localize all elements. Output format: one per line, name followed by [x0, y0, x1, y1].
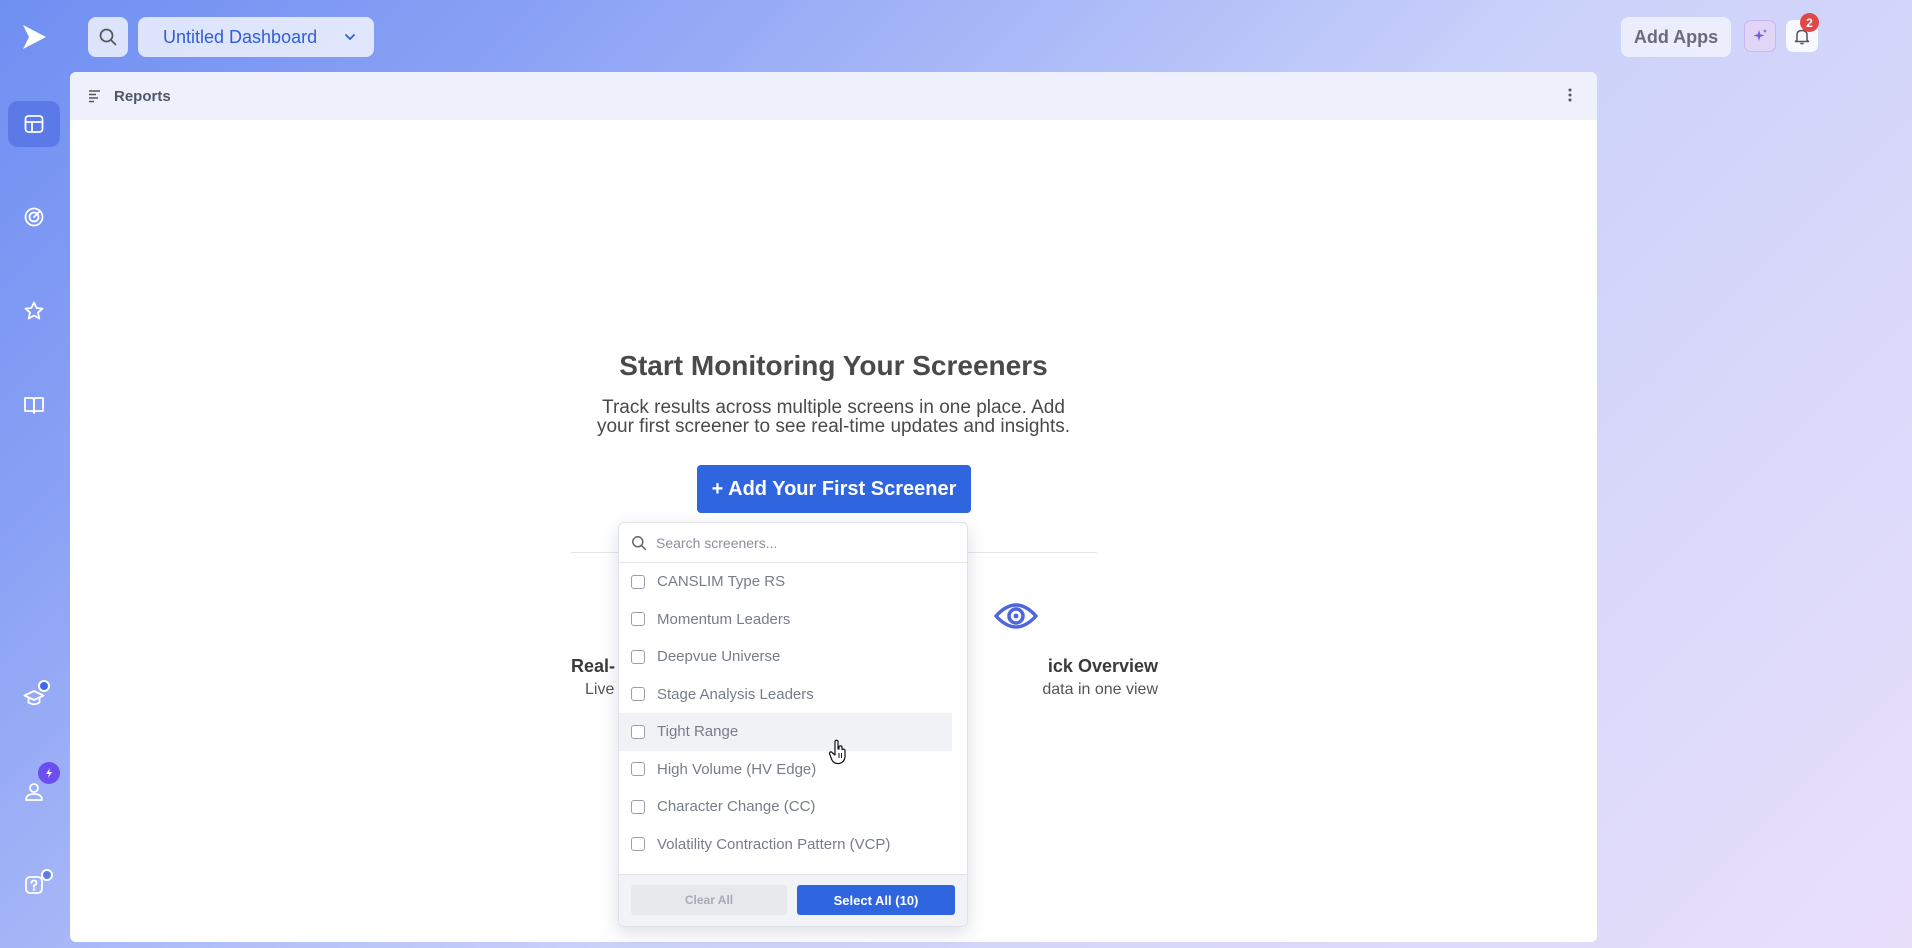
description-line-1: Track results across multiple screens in…	[602, 397, 1065, 418]
dropdown-footer: Clear All Select All (10)	[619, 874, 967, 926]
dashboard-name: Untitled Dashboard	[163, 26, 318, 47]
screener-label: Deepvue Universe	[657, 648, 781, 666]
feature-title: ick Overview	[1047, 656, 1158, 676]
screener-item[interactable]: CANSLIM Type RS	[619, 563, 952, 601]
screener-dropdown: CANSLIM Type RS Momentum Leaders Deepvue…	[618, 522, 968, 927]
eye-icon	[994, 603, 1038, 629]
clear-all-button[interactable]: Clear All	[631, 885, 787, 915]
checkbox[interactable]	[631, 649, 645, 664]
learn-notification-dot	[38, 680, 50, 692]
add-first-screener-button[interactable]: + Add Your First Screener	[697, 465, 971, 513]
screener-search-bar	[619, 523, 967, 563]
screener-item[interactable]: Character Change (CC)	[619, 788, 952, 826]
screener-label: High Volume (HV Edge)	[657, 760, 817, 778]
radar-icon	[24, 207, 44, 227]
align-left-icon[interactable]	[88, 89, 102, 103]
logo-icon[interactable]	[19, 22, 49, 52]
global-search-button[interactable]	[88, 17, 128, 57]
rail-watchlist-button[interactable]	[8, 288, 60, 334]
feature-description: data in one view	[1042, 681, 1158, 698]
screener-list[interactable]: CANSLIM Type RS Momentum Leaders Deepvue…	[619, 563, 967, 873]
screener-label: Character Change (CC)	[657, 798, 816, 816]
empty-state-title: Start Monitoring Your Screeners	[619, 350, 1048, 381]
screener-item[interactable]: Deepvue Universe	[619, 638, 952, 676]
screener-item[interactable]: High Volume (HV Edge)	[619, 751, 952, 789]
panel-title: Reports	[114, 87, 171, 105]
empty-state-description: Track results across multiple screens in…	[70, 398, 1597, 436]
rail-help-button[interactable]	[8, 862, 60, 908]
notification-count-badge: 2	[1800, 13, 1819, 32]
checkbox[interactable]	[631, 574, 645, 589]
ai-assistant-button[interactable]	[1744, 20, 1776, 52]
screener-item[interactable]: Volatility Contraction Pattern (VCP)	[619, 826, 952, 864]
lightning-badge	[38, 762, 60, 784]
more-options-icon[interactable]	[1567, 86, 1573, 104]
select-all-button[interactable]: Select All (10)	[797, 885, 955, 915]
rail-scanner-button[interactable]	[8, 194, 60, 240]
hand-cursor-icon	[828, 739, 846, 765]
feature-realtime: Real- Live	[571, 656, 615, 699]
checkbox[interactable]	[631, 837, 645, 852]
left-rail	[0, 0, 68, 948]
rail-dashboard-button[interactable]	[8, 101, 60, 147]
book-icon	[24, 397, 44, 414]
description-line-2: your first screener to see real-time upd…	[596, 416, 1071, 437]
screener-item[interactable]: Stage Analysis Leaders	[619, 676, 952, 714]
chevron-down-icon	[345, 34, 355, 40]
rail-learn-button[interactable]	[8, 675, 60, 721]
lightning-icon	[46, 768, 52, 778]
screener-item[interactable]: Momentum Leaders	[619, 601, 952, 639]
screener-item[interactable]: Tight Range	[619, 713, 952, 751]
screener-label: Volatility Contraction Pattern (VCP)	[657, 835, 891, 853]
checkbox[interactable]	[631, 762, 645, 777]
screener-label: Momentum Leaders	[657, 610, 791, 628]
sparkle-icon	[1753, 29, 1767, 41]
rail-journal-button[interactable]	[8, 382, 60, 428]
user-icon	[25, 783, 43, 801]
star-icon	[24, 301, 44, 320]
add-apps-button[interactable]: Add Apps	[1621, 17, 1731, 57]
help-notification-dot	[41, 869, 53, 881]
checkbox[interactable]	[631, 724, 645, 739]
search-icon	[99, 28, 117, 46]
search-icon	[632, 535, 647, 550]
screener-label: Stage Analysis Leaders	[657, 685, 814, 703]
feature-title: Real-	[571, 656, 616, 676]
dashboard-icon	[24, 115, 44, 133]
feature-quick-overview: ick Overview data in one view	[960, 656, 1158, 699]
checkbox[interactable]	[631, 687, 645, 702]
dashboard-selector[interactable]: Untitled Dashboard	[138, 17, 374, 57]
feature-description: Live	[585, 681, 615, 698]
panel-header: Reports	[70, 72, 1597, 120]
checkbox[interactable]	[631, 612, 645, 627]
screener-label: Tight Range	[657, 723, 739, 741]
screener-search-input[interactable]	[656, 534, 946, 551]
checkbox[interactable]	[631, 799, 645, 814]
screener-label: CANSLIM Type RS	[657, 573, 786, 591]
